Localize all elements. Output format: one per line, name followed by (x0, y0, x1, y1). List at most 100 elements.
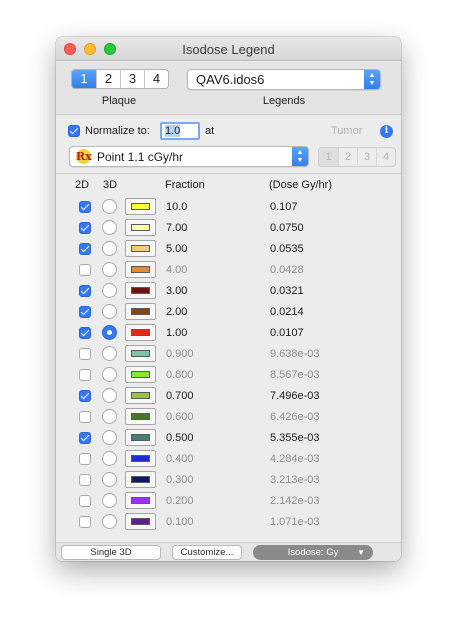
color-well[interactable] (125, 408, 156, 425)
dose-value: 7.496e-03 (270, 390, 320, 402)
show-2d-checkbox[interactable] (79, 348, 91, 360)
color-well[interactable] (125, 282, 156, 299)
fraction-value: 0.700 (166, 390, 194, 402)
color-well[interactable] (125, 492, 156, 509)
show-3d-radio[interactable] (102, 367, 117, 382)
color-well[interactable] (125, 303, 156, 320)
show-2d-checkbox[interactable] (79, 327, 91, 339)
fraction-value: 1.00 (166, 327, 188, 339)
isodose-units-popup[interactable]: Isodose: Gy ▼ (253, 545, 373, 560)
show-2d-checkbox[interactable] (79, 243, 91, 255)
color-swatch (131, 329, 150, 336)
dose-value: 5.355e-03 (270, 432, 320, 444)
isodose-row: 0.400 4.284e-03 (56, 449, 401, 470)
show-2d-checkbox[interactable] (79, 474, 91, 486)
customize-button[interactable]: Customize... (172, 545, 242, 560)
show-3d-radio[interactable] (102, 325, 117, 340)
show-3d-radio[interactable] (102, 220, 117, 235)
dose-value: 9.638e-03 (270, 348, 320, 360)
normalize-value-field[interactable]: 1.0 (160, 122, 200, 140)
show-2d-checkbox[interactable] (79, 201, 91, 213)
color-swatch (131, 203, 150, 210)
color-well[interactable] (125, 513, 156, 530)
show-3d-radio[interactable] (102, 493, 117, 508)
show-3d-radio[interactable] (102, 430, 117, 445)
show-3d-radio[interactable] (102, 409, 117, 424)
color-well[interactable] (125, 387, 156, 404)
tumor-segment-2: 2 (338, 148, 357, 166)
show-2d-checkbox[interactable] (79, 432, 91, 444)
dose-value: 0.0535 (270, 243, 304, 255)
show-3d-radio[interactable] (102, 472, 117, 487)
color-well[interactable] (125, 450, 156, 467)
show-2d-checkbox[interactable] (79, 264, 91, 276)
fraction-value: 3.00 (166, 285, 188, 297)
legends-label: Legends (262, 95, 306, 107)
show-2d-checkbox[interactable] (79, 369, 91, 381)
show-3d-radio[interactable] (102, 199, 117, 214)
normalize-value: 1.0 (165, 125, 181, 137)
color-swatch (131, 266, 150, 273)
plaque-segment-4[interactable]: 4 (144, 70, 168, 88)
divider (56, 173, 401, 174)
fraction-value: 0.900 (166, 348, 194, 360)
prescription-icon: Rx (76, 149, 92, 164)
show-2d-checkbox[interactable] (79, 222, 91, 234)
color-well[interactable] (125, 429, 156, 446)
show-2d-checkbox[interactable] (79, 453, 91, 465)
point-popup[interactable]: Rx Point 1.1 cGy/hr ▲ ▼ (69, 146, 309, 167)
show-2d-checkbox[interactable] (79, 306, 91, 318)
plaque-legend-panel: 1 2 3 4 Plaque QAV6.idos6 ▲ ▼ Legends (56, 62, 401, 115)
show-3d-radio[interactable] (102, 514, 117, 529)
show-3d-radio[interactable] (102, 451, 117, 466)
show-2d-checkbox[interactable] (79, 285, 91, 297)
info-icon[interactable]: i (380, 125, 393, 138)
normalize-label: Normalize to: (85, 125, 150, 137)
show-2d-checkbox[interactable] (79, 495, 91, 507)
single-3d-button[interactable]: Single 3D (61, 545, 161, 560)
normalize-checkbox[interactable] (68, 125, 80, 137)
color-well[interactable] (125, 198, 156, 215)
show-2d-checkbox[interactable] (79, 516, 91, 528)
show-3d-radio[interactable] (102, 304, 117, 319)
color-well[interactable] (125, 261, 156, 278)
color-well[interactable] (125, 345, 156, 362)
show-3d-radio[interactable] (102, 388, 117, 403)
legends-value: QAV6.idos6 (196, 72, 265, 87)
dose-value: 0.0107 (270, 327, 304, 339)
dose-value: 1.071e-03 (270, 516, 320, 528)
color-well[interactable] (125, 324, 156, 341)
color-well[interactable] (125, 219, 156, 236)
isodose-row: 0.700 7.496e-03 (56, 386, 401, 407)
color-swatch (131, 476, 150, 483)
plaque-segment-2[interactable]: 2 (96, 70, 120, 88)
dose-value: 0.107 (270, 201, 298, 213)
legends-popup[interactable]: QAV6.idos6 ▲ ▼ (187, 69, 381, 90)
plaque-selector[interactable]: 1 2 3 4 (71, 69, 169, 89)
plaque-segment-3[interactable]: 3 (120, 70, 144, 88)
show-3d-radio[interactable] (102, 283, 117, 298)
fraction-value: 0.300 (166, 474, 194, 486)
show-3d-radio[interactable] (102, 346, 117, 361)
color-swatch (131, 392, 150, 399)
isodose-row: 7.00 0.0750 (56, 218, 401, 239)
isodose-row: 0.500 5.355e-03 (56, 428, 401, 449)
fraction-value: 0.100 (166, 516, 194, 528)
isodose-row: 0.600 6.426e-03 (56, 407, 401, 428)
tumor-segment-4: 4 (376, 148, 395, 166)
show-2d-checkbox[interactable] (79, 390, 91, 402)
show-3d-radio[interactable] (102, 262, 117, 277)
color-well[interactable] (125, 471, 156, 488)
plaque-segment-1[interactable]: 1 (72, 70, 96, 88)
isodose-row: 0.200 2.142e-03 (56, 491, 401, 512)
show-2d-checkbox[interactable] (79, 411, 91, 423)
fraction-value: 0.800 (166, 369, 194, 381)
show-3d-radio[interactable] (102, 241, 117, 256)
color-well[interactable] (125, 240, 156, 257)
color-swatch (131, 245, 150, 252)
color-well[interactable] (125, 366, 156, 383)
color-swatch (131, 518, 150, 525)
isodose-row: 4.00 0.0428 (56, 260, 401, 281)
color-swatch (131, 224, 150, 231)
normalize-row: Normalize to: 1.0 at Tumor i (68, 122, 393, 141)
